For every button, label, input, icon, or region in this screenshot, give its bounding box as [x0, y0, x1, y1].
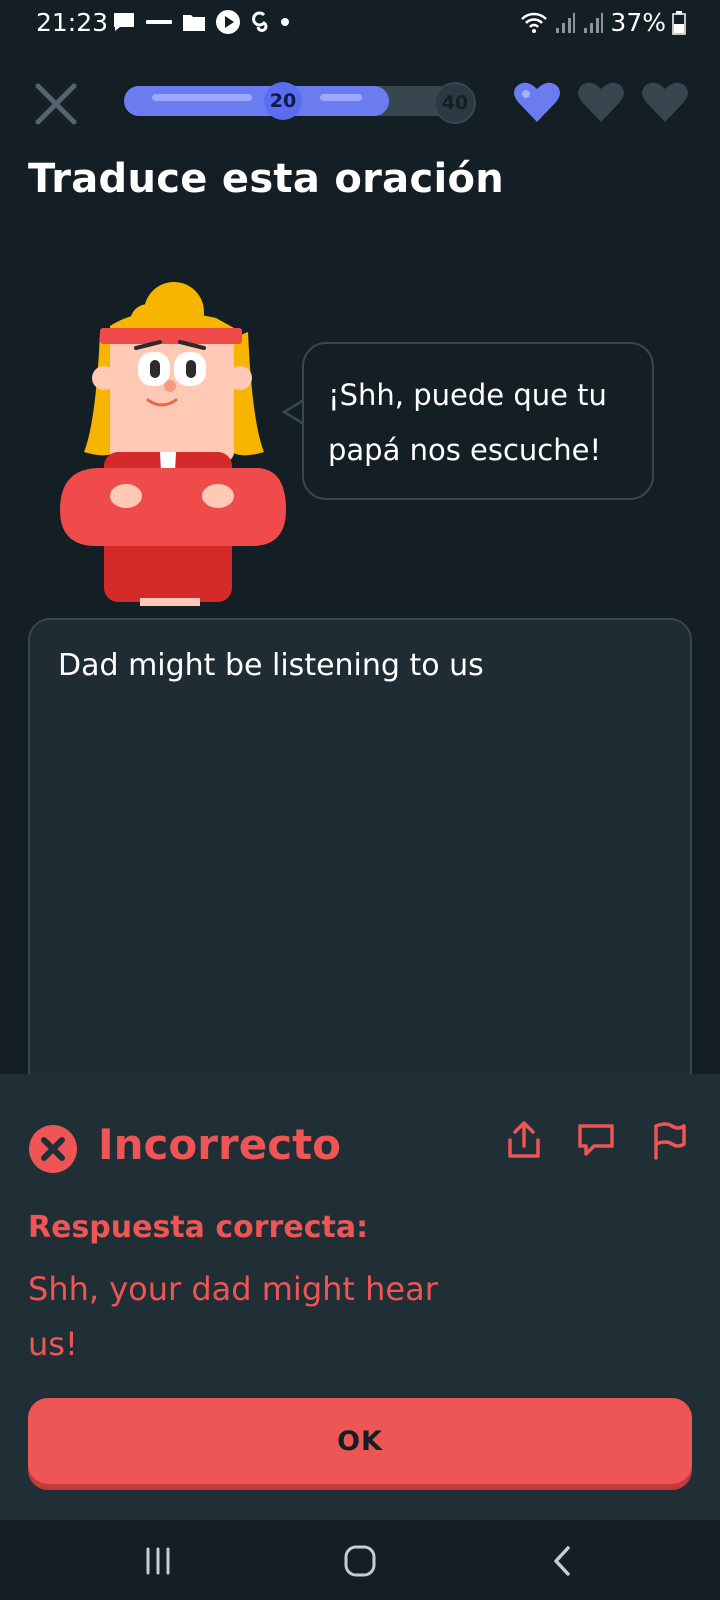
flag-icon[interactable]: [646, 1118, 690, 1162]
correct-answer-label: Respuesta correcta:: [28, 1210, 369, 1245]
back-button[interactable]: [532, 1538, 592, 1584]
milestone-current: 20: [264, 82, 302, 120]
milestone-next: 40: [434, 82, 476, 124]
signal-icon: [556, 12, 576, 33]
answer-text: Dad might be listening to us: [58, 648, 484, 683]
home-button[interactable]: [330, 1538, 390, 1584]
chat-icon: [114, 13, 134, 31]
comment-icon[interactable]: [574, 1118, 618, 1162]
prompt-text: ¡Shh, puede que tu papá nos escuche!: [328, 378, 607, 467]
battery-icon: [672, 10, 686, 35]
speech-bubble[interactable]: ¡Shh, puede que tu papá nos escuche!: [302, 342, 654, 500]
status-right: 37%: [520, 8, 686, 37]
wifi-icon: [521, 12, 548, 33]
back-icon: [554, 1546, 570, 1576]
heart-icon[interactable]: [512, 80, 562, 124]
lesson-progress-bar: 20 40: [124, 82, 476, 124]
recent-apps-icon: [146, 1547, 170, 1575]
folder-icon: [183, 15, 205, 31]
app-icon: [252, 11, 268, 32]
character-illustration: [60, 282, 286, 606]
notification-icons: [112, 10, 290, 34]
heart-icon[interactable]: [576, 80, 626, 124]
progress-shine: [152, 94, 252, 101]
status-time: 21:23: [36, 8, 109, 37]
page-title: Traduce esta oración: [28, 156, 505, 202]
status-bar: 21:23 37%: [0, 0, 720, 48]
play-icon: [216, 10, 240, 34]
close-button[interactable]: [30, 78, 82, 130]
home-icon: [344, 1545, 376, 1577]
error-icon: [29, 1125, 77, 1173]
ok-button[interactable]: OK: [28, 1398, 692, 1484]
feedback-actions: [502, 1118, 690, 1162]
signal-icon: [584, 12, 604, 33]
system-nav-bar: [0, 1520, 720, 1600]
battery-percent: 37%: [610, 8, 666, 37]
coursera-icon: [146, 20, 172, 24]
close-icon: [35, 83, 77, 125]
hearts: [512, 80, 690, 124]
recent-apps-button[interactable]: [128, 1538, 188, 1584]
share-icon[interactable]: [502, 1118, 546, 1162]
correct-answer-text: Shh, your dad might hear us!: [28, 1270, 438, 1363]
heart-icon[interactable]: [640, 80, 690, 124]
dot-icon: [281, 18, 289, 26]
feedback-panel: Incorrecto Respuesta correcta: Shh, your…: [0, 1074, 720, 1520]
answer-input[interactable]: Dad might be listening to us: [28, 618, 692, 1138]
progress-fill: [124, 86, 389, 116]
feedback-title: Incorrecto: [98, 1120, 342, 1169]
progress-shine: [320, 94, 362, 101]
